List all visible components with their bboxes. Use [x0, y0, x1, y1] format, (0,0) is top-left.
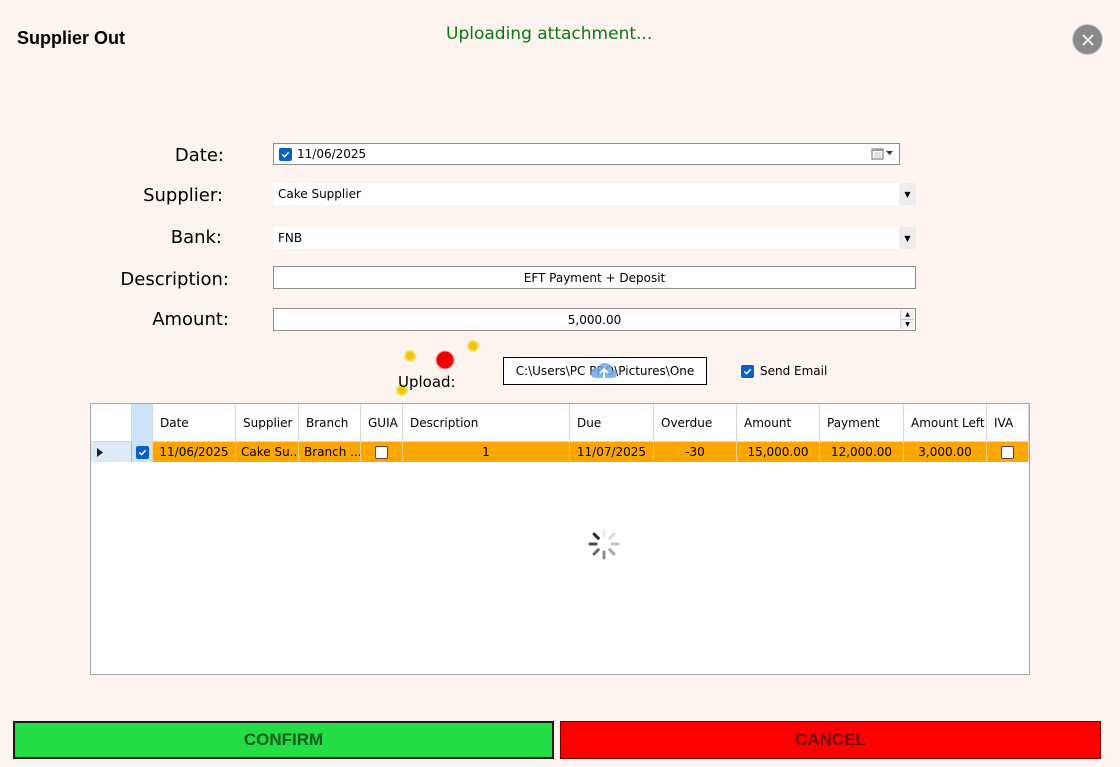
guia-checkbox-icon[interactable]	[375, 445, 388, 459]
row-pointer-icon	[97, 447, 103, 457]
cell-guia-checkbox[interactable]	[361, 442, 403, 462]
description-label: Description:	[120, 269, 229, 290]
column-header-overdue[interactable]: Overdue	[654, 404, 737, 442]
cell-branch[interactable]: Branch ...	[299, 442, 361, 462]
column-header-description[interactable]: Description	[403, 404, 570, 442]
chevron-down-icon	[886, 151, 893, 155]
close-button[interactable]	[1072, 24, 1103, 55]
amount-stepper[interactable]: ▲ ▼	[900, 310, 914, 329]
supplier-label: Supplier:	[143, 185, 223, 206]
supplier-select[interactable]: Cake Supplier ▼	[273, 183, 916, 205]
loading-spinner-icon	[588, 528, 620, 560]
column-header-supplier[interactable]: Supplier	[236, 404, 299, 442]
column-header-payment[interactable]: Payment	[820, 404, 904, 442]
cell-due[interactable]: 11/07/2025	[570, 442, 654, 462]
bank-label: Bank:	[170, 227, 222, 248]
cell-supplier[interactable]: Cake Su...	[236, 442, 299, 462]
stepper-up-icon[interactable]: ▲	[901, 310, 914, 320]
date-value: 11/06/2025	[297, 147, 367, 161]
iva-checkbox-icon[interactable]	[1001, 445, 1014, 459]
column-header-amount-left[interactable]: Amount Left	[904, 404, 987, 442]
amount-label: Amount:	[152, 309, 229, 330]
send-email-check-icon[interactable]	[741, 364, 754, 378]
date-label: Date:	[174, 145, 224, 166]
cell-amount-left[interactable]: 3,000.00	[904, 442, 987, 462]
send-email-checkbox[interactable]: Send Email	[741, 364, 827, 378]
calendar-dropdown[interactable]	[871, 147, 893, 160]
column-header-date[interactable]: Date	[153, 404, 236, 442]
cloud-upload-icon	[590, 362, 617, 379]
table-row[interactable]: 11/06/2025 Cake Su... Branch ... 1 11/07…	[91, 442, 1029, 462]
select-column-header[interactable]	[132, 404, 153, 442]
cancel-button[interactable]: CANCEL	[560, 721, 1101, 759]
cell-description[interactable]: 1	[403, 442, 570, 462]
stepper-down-icon[interactable]: ▼	[901, 320, 914, 329]
column-header-amount[interactable]: Amount	[737, 404, 820, 442]
supplier-value: Cake Supplier	[278, 187, 361, 201]
date-enabled-checkbox[interactable]	[279, 147, 292, 161]
confirm-button[interactable]: CONFIRM	[13, 721, 554, 759]
amount-input[interactable]: 5,000.00 ▲ ▼	[273, 308, 916, 331]
column-header-guia[interactable]: GUIA	[361, 404, 403, 442]
column-header-iva[interactable]: IVA	[987, 404, 1029, 442]
bank-select[interactable]: FNB ▼	[273, 227, 916, 249]
row-select-checkbox[interactable]	[132, 442, 153, 462]
amount-value: 5,000.00	[567, 312, 622, 327]
column-header-branch[interactable]: Branch	[299, 404, 361, 442]
cell-overdue[interactable]: -30	[654, 442, 737, 462]
chevron-down-icon[interactable]: ▼	[899, 227, 916, 249]
cell-payment[interactable]: 12,000.00	[820, 442, 904, 462]
row-select-check-icon[interactable]	[135, 445, 149, 459]
row-indicator[interactable]	[91, 442, 132, 462]
cell-amount[interactable]: 15,000.00	[737, 442, 820, 462]
cell-iva-checkbox[interactable]	[987, 442, 1029, 462]
send-email-label: Send Email	[760, 364, 828, 378]
grid-header: Date Supplier Branch GUIA Description Du…	[91, 404, 1029, 442]
calendar-icon	[871, 148, 884, 160]
date-picker[interactable]: 11/06/2025	[273, 143, 900, 165]
row-header-corner	[91, 404, 132, 442]
close-icon	[1081, 33, 1094, 46]
bank-value: FNB	[278, 231, 303, 245]
window-title: Supplier Out	[17, 28, 125, 48]
upload-status: Uploading attachment...	[446, 24, 653, 44]
upload-label: Upload:	[398, 373, 456, 391]
invoice-grid[interactable]: Date Supplier Branch GUIA Description Du…	[90, 403, 1030, 675]
column-header-due[interactable]: Due	[570, 404, 654, 442]
description-input[interactable]: EFT Payment + Deposit	[273, 266, 916, 289]
cell-date[interactable]: 11/06/2025	[153, 442, 236, 462]
chevron-down-icon[interactable]: ▼	[899, 183, 916, 205]
